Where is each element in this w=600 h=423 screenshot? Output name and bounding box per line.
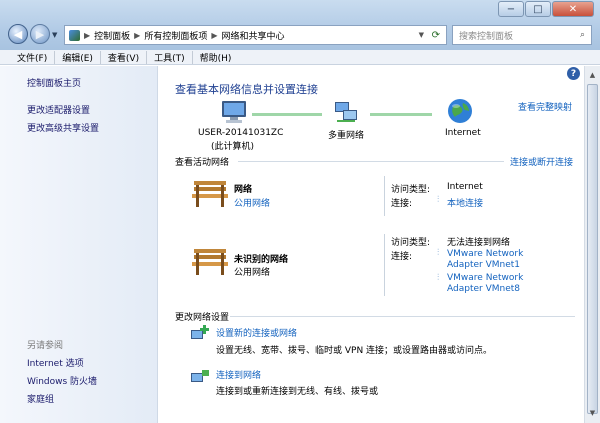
network2-conn-link-2[interactable]: VMware Network Adapter VMnet8 <box>447 273 557 295</box>
main-content: 查看基本网络信息并设置连接 查看完整映射 USER-20141031ZC (此计… <box>160 66 584 423</box>
bench-icon <box>190 247 230 280</box>
back-arrow-icon: ◀ <box>13 27 23 41</box>
menu-bar: 文件(F) 编辑(E) 查看(V) 工具(T) 帮助(H) <box>0 50 600 65</box>
computer-icon <box>220 100 248 127</box>
network-adapter-icon: ⫶ <box>437 248 440 258</box>
breadcrumb-separator-icon: ▶ <box>84 30 91 40</box>
network2-conn-label: 连接: <box>391 252 413 262</box>
divider <box>384 176 385 216</box>
scroll-down-arrow-icon[interactable]: ▼ <box>585 406 600 420</box>
divider <box>238 161 504 162</box>
task-connect-network-desc: 连接到或重新连接到无线、有线、拨号或 <box>216 387 379 397</box>
breadcrumb-network-center[interactable]: 网络和共享中心 <box>222 29 285 42</box>
recent-pages-chevron-icon[interactable]: ▼ <box>52 31 57 39</box>
task-new-connection-desc: 设置无线、宽带、拨号、临时或 VPN 连接；或设置路由器或访问点。 <box>216 346 493 356</box>
see-also-header: 另请参阅 <box>27 341 64 351</box>
new-connection-icon <box>190 325 210 346</box>
computer-sub-label: (此计算机) <box>211 142 255 152</box>
sidebar-item-homegroup[interactable]: 家庭组 <box>27 392 54 405</box>
divider <box>230 316 575 317</box>
network2-access-value: 无法连接到网络 <box>447 238 511 248</box>
sidebar-item-home[interactable]: 控制面板主页 <box>27 76 81 89</box>
internet-label: Internet <box>445 128 481 138</box>
menu-tools[interactable]: 工具(T) <box>147 50 193 64</box>
maximize-button[interactable]: □ <box>525 1 551 17</box>
connection-line <box>370 113 432 116</box>
search-input[interactable]: 搜索控制面板 ⌕ <box>452 25 592 45</box>
active-networks-header: 查看活动网络 <box>175 158 230 168</box>
change-settings-header: 更改网络设置 <box>175 313 230 323</box>
multiple-networks-label: 多重网络 <box>328 131 365 141</box>
network2-conn-link-1[interactable]: VMware Network Adapter VMnet1 <box>447 249 557 271</box>
scroll-up-arrow-icon[interactable]: ▲ <box>585 68 600 82</box>
search-placeholder: 搜索控制面板 <box>459 31 514 42</box>
internet-globe-icon <box>447 98 473 127</box>
multiple-networks-icon <box>332 100 360 127</box>
breadcrumb-separator-icon: ▶ <box>134 30 141 40</box>
sidebar-item-internet-options[interactable]: Internet 选项 <box>27 356 84 369</box>
network1-access-value: Internet <box>447 182 483 192</box>
search-icon[interactable]: ⌕ <box>580 30 585 40</box>
task-new-connection-link[interactable]: 设置新的连接或网络 <box>216 326 297 339</box>
refresh-icon[interactable]: ⟳ <box>432 30 440 41</box>
window-controls: − □ ✕ <box>498 1 594 17</box>
close-button[interactable]: ✕ <box>552 1 594 17</box>
menu-help[interactable]: 帮助(H) <box>193 51 239 64</box>
menu-view[interactable]: 查看(V) <box>101 50 148 64</box>
sidebar: 控制面板主页 更改适配器设置 更改高级共享设置 另请参阅 Internet 选项… <box>0 66 158 423</box>
view-full-map-link[interactable]: 查看完整映射 <box>518 100 572 113</box>
connection-line <box>252 113 322 116</box>
sidebar-item-windows-firewall[interactable]: Windows 防火墙 <box>27 374 97 387</box>
bench-icon <box>190 179 230 212</box>
connect-disconnect-link[interactable]: 连接或断开连接 <box>510 155 573 168</box>
breadcrumb-separator-icon: ▶ <box>211 30 218 40</box>
network1-access-label: 访问类型: <box>391 185 431 195</box>
breadcrumb-control-panel[interactable]: 控制面板 <box>94 29 130 42</box>
forward-button[interactable]: ▶ <box>30 24 50 44</box>
divider <box>384 234 385 296</box>
page-title: 查看基本网络信息并设置连接 <box>175 83 318 96</box>
breadcrumb-all-items[interactable]: 所有控制面板项 <box>144 29 207 42</box>
network1-name: 网络 <box>234 185 253 195</box>
network2-access-label: 访问类型: <box>391 238 431 248</box>
network2-type: 公用网络 <box>234 268 271 278</box>
sidebar-item-adapter-settings[interactable]: 更改适配器设置 <box>27 103 90 116</box>
address-dropdown-icon[interactable]: ▼ <box>419 31 424 39</box>
scroll-thumb[interactable] <box>587 84 598 414</box>
network1-conn-label: 连接: <box>391 199 413 209</box>
window-titlebar: − □ ✕ ◀ ▶ ▼ ▶ 控制面板 ▶ 所有控制面板项 ▶ 网络和共享中心 ▼… <box>0 0 600 50</box>
menu-file[interactable]: 文件(F) <box>10 50 56 64</box>
menu-edit[interactable]: 编辑(E) <box>55 50 101 64</box>
network-adapter-icon: ⫶ <box>437 273 440 283</box>
forward-arrow-icon: ▶ <box>35 27 45 41</box>
back-button[interactable]: ◀ <box>8 24 28 44</box>
address-bar[interactable]: ▶ 控制面板 ▶ 所有控制面板项 ▶ 网络和共享中心 ▼ ⟳ <box>64 25 447 45</box>
network2-name: 未识别的网络 <box>234 255 289 265</box>
task-connect-network-link[interactable]: 连接到网络 <box>216 368 261 381</box>
computer-name: USER-20141031ZC <box>198 128 284 138</box>
minimize-button[interactable]: − <box>498 1 524 17</box>
vertical-scrollbar[interactable]: ▲ ▼ <box>584 66 600 423</box>
sidebar-item-advanced-sharing[interactable]: 更改高级共享设置 <box>27 121 99 134</box>
network1-conn-link[interactable]: 本地连接 <box>447 196 483 209</box>
network1-type-link[interactable]: 公用网络 <box>234 196 270 209</box>
network-adapter-icon: ⫶ <box>437 195 440 205</box>
control-panel-icon <box>69 29 80 41</box>
connect-network-icon <box>190 368 210 389</box>
